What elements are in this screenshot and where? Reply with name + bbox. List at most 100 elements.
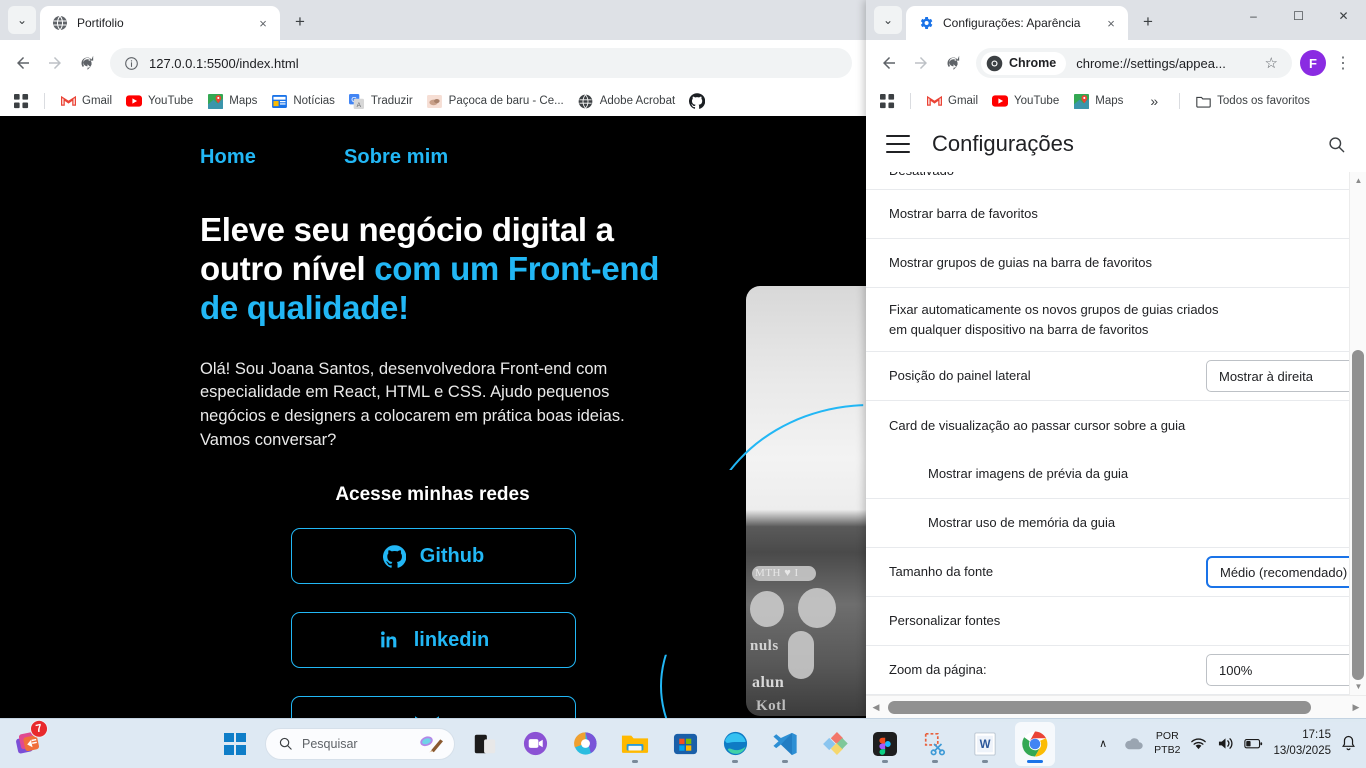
close-icon[interactable]: ×	[254, 14, 272, 32]
settings-tabstrip: ⌄ Configurações: Aparência × + – ☐ ✕	[866, 0, 1366, 40]
bookmarks-overflow-button[interactable]: »	[1130, 90, 1165, 112]
taskbar-item-snipping-tool[interactable]	[915, 722, 955, 766]
bookmark-adobe-acrobat[interactable]: Adobe Acrobat	[571, 90, 682, 112]
setting-row-mostrar-uso-memoria[interactable]: Mostrar uso de memória da guia	[866, 499, 1366, 548]
font-size-select[interactable]: Médio (recomendado)	[1206, 556, 1366, 588]
bookmark-youtube[interactable]: YouTube	[119, 90, 200, 112]
taskbar-item-teams[interactable]	[515, 722, 555, 766]
bookmark-star-icon[interactable]: ☆	[1265, 54, 1278, 72]
info-circle-icon[interactable]	[124, 56, 139, 71]
taskbar-item-figma[interactable]	[865, 722, 905, 766]
tab-search-chevron-icon[interactable]: ⌄	[8, 6, 36, 34]
apps-grid-icon[interactable]	[10, 90, 32, 112]
apps-grid-icon[interactable]	[876, 90, 898, 112]
taskbar-running-indicator	[732, 759, 738, 763]
forward-icon[interactable]	[906, 48, 936, 78]
all-bookmarks-button[interactable]: Todos os favoritos	[1188, 90, 1317, 112]
close-window-button[interactable]: ✕	[1321, 0, 1366, 32]
bookmark-traduzir[interactable]: GA Traduzir	[342, 90, 420, 112]
setting-row-mostrar-imagens-previa[interactable]: Mostrar imagens de prévia da guia	[866, 450, 1366, 499]
taskbar-item-word[interactable]: W	[965, 722, 1005, 766]
bell-icon[interactable]	[1341, 735, 1356, 752]
settings-horizontal-scrollbar[interactable]: ◀ ▶	[866, 695, 1366, 718]
setting-row-tamanho-da-fonte[interactable]: Tamanho da fonte Médio (recomendado)	[866, 548, 1366, 597]
volume-icon[interactable]	[1217, 736, 1234, 751]
horizontal-scroll-track[interactable]	[886, 696, 1346, 719]
page-zoom-select[interactable]: 100%	[1206, 654, 1366, 686]
wifi-icon[interactable]	[1190, 737, 1207, 751]
taskbar-item-copilot[interactable]	[565, 722, 605, 766]
scroll-up-arrow-icon[interactable]: ▲	[1350, 172, 1366, 189]
taskbar-item-file-explorer[interactable]	[615, 722, 655, 766]
setting-row-mostrar-grupos-de-guias[interactable]: Mostrar grupos de guias na barra de favo…	[866, 239, 1366, 288]
search-icon[interactable]	[1327, 135, 1346, 154]
battery-icon[interactable]	[1244, 737, 1263, 750]
setting-row-mostrar-barra-de-favoritos[interactable]: Mostrar barra de favoritos	[866, 190, 1366, 239]
setting-label: Mostrar uso de memória da guia	[928, 515, 1116, 531]
windows-start-icon	[224, 732, 246, 755]
bookmark-pacoca[interactable]: Paçoca de baru - Ce...	[420, 90, 571, 112]
bookmark-gmail[interactable]: Gmail	[919, 90, 985, 112]
notification-app-icon[interactable]: 7	[11, 717, 50, 763]
back-icon[interactable]	[8, 48, 38, 78]
avatar[interactable]: F	[1300, 50, 1326, 76]
select-value: Mostrar à direita	[1219, 368, 1313, 384]
bookmark-noticias[interactable]: Notícias	[264, 90, 342, 112]
mail-button[interactable]	[291, 696, 576, 718]
onedrive-icon[interactable]	[1123, 736, 1144, 751]
reload-icon[interactable]	[938, 48, 968, 78]
start-button[interactable]	[215, 722, 255, 766]
tray-expand-chevron-icon[interactable]: ∧	[1093, 737, 1113, 750]
taskbar-item-chrome[interactable]	[1015, 721, 1055, 766]
bookmark-gmail[interactable]: Gmail	[53, 90, 119, 112]
minimize-button[interactable]: –	[1231, 0, 1276, 32]
forward-icon[interactable]	[40, 48, 70, 78]
close-icon[interactable]: ×	[1102, 14, 1120, 32]
taskbar-item-teams-prev[interactable]	[465, 722, 505, 766]
search-input[interactable]: Pesquisar	[265, 727, 455, 760]
bookmark-youtube[interactable]: YouTube	[985, 90, 1066, 112]
setting-row-zoom-da-pagina[interactable]: Zoom da página: 100%	[866, 646, 1366, 695]
youtube-icon	[126, 93, 143, 109]
new-tab-button[interactable]: +	[286, 8, 314, 36]
setting-row-fixar-automaticamente[interactable]: Fixar automaticamente os novos grupos de…	[866, 288, 1366, 352]
side-panel-position-select[interactable]: Mostrar à direita	[1206, 360, 1366, 392]
taskbar-item-paint[interactable]	[815, 722, 855, 766]
taskbar-item-vscode[interactable]	[765, 722, 805, 766]
setting-row-posicao-painel-lateral[interactable]: Posição do painel lateral Mostrar à dire…	[866, 352, 1366, 401]
clock[interactable]: 17:15 13/03/2025	[1273, 728, 1331, 759]
new-tab-button[interactable]: +	[1134, 8, 1162, 36]
horizontal-scroll-thumb[interactable]	[888, 700, 1312, 714]
taskbar-item-edge[interactable]	[715, 722, 755, 766]
address-bar[interactable]: 127.0.0.1:5500/index.html	[110, 48, 852, 78]
settings-bookmarks-bar: Gmail YouTube Maps » Todos os favoritos	[866, 86, 1366, 116]
back-icon[interactable]	[874, 48, 904, 78]
chrome-menu-icon[interactable]: ⋮	[1328, 48, 1358, 78]
setting-row-desativado[interactable]: Desativado	[866, 172, 1366, 190]
social-section-title: Acesse minhas redes	[335, 484, 530, 506]
tab-search-chevron-icon[interactable]: ⌄	[874, 6, 902, 34]
taskbar-item-microsoft-store[interactable]	[665, 722, 705, 766]
hamburger-icon[interactable]	[886, 135, 910, 153]
svg-text:W: W	[980, 739, 991, 751]
scroll-left-arrow-icon[interactable]: ◀	[866, 696, 886, 719]
linkedin-button[interactable]: linkedin	[291, 612, 576, 669]
vertical-scroll-thumb[interactable]	[1352, 350, 1364, 680]
scroll-right-arrow-icon[interactable]: ▶	[1346, 696, 1366, 719]
setting-row-personalizar-fontes[interactable]: Personalizar fontes	[866, 597, 1366, 646]
setting-row-card-visualizacao[interactable]: Card de visualização ao passar cursor so…	[866, 401, 1366, 450]
reload-icon[interactable]	[72, 48, 102, 78]
tab-portifolio[interactable]: Portifolio ×	[40, 6, 280, 40]
bookmark-maps[interactable]: Maps	[200, 90, 264, 112]
tab-configuracoes-aparencia[interactable]: Configurações: Aparência ×	[906, 6, 1128, 40]
scroll-down-arrow-icon[interactable]: ▼	[1350, 678, 1366, 695]
github-button[interactable]: Github	[291, 528, 576, 585]
bookmark-maps[interactable]: Maps	[1066, 90, 1130, 112]
bookmark-github[interactable]	[682, 90, 718, 112]
address-bar[interactable]: Chrome chrome://settings/appea... ☆	[976, 48, 1292, 78]
nav-link-home[interactable]: Home	[200, 146, 256, 169]
nav-link-sobre-mim[interactable]: Sobre mim	[344, 146, 448, 169]
language-indicator[interactable]: POR PTB2	[1154, 730, 1180, 756]
maximize-button[interactable]: ☐	[1276, 0, 1321, 32]
settings-vertical-scrollbar[interactable]: ▲ ▼	[1349, 172, 1366, 695]
